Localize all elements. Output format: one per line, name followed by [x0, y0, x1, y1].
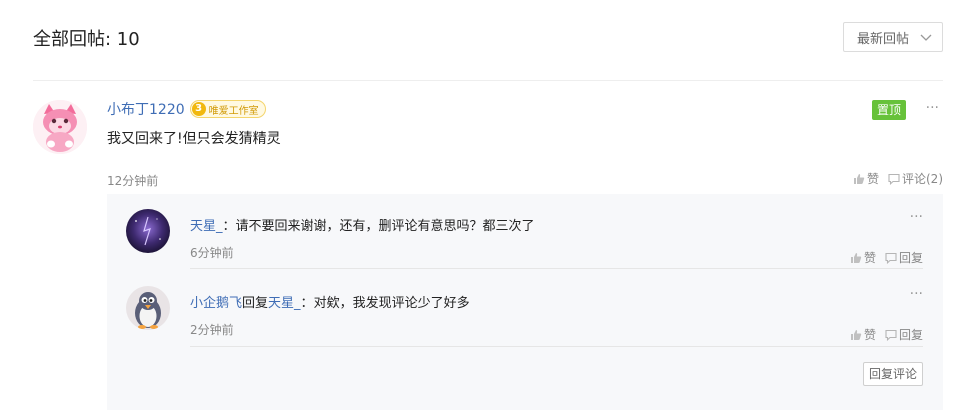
- comment-button[interactable]: 评论(2): [888, 170, 943, 187]
- thumb-up-icon: [850, 252, 862, 263]
- reply-divider: [190, 268, 923, 269]
- reply-separator: ：: [222, 219, 236, 234]
- reply-time: 6分钟前: [190, 246, 234, 260]
- reply-line: 天星_：请不要回来谢谢，还有，删评论有意思吗？都三次了: [190, 215, 923, 234]
- badge-level: 3: [191, 102, 206, 116]
- sort-dropdown[interactable]: 最新回帖: [843, 22, 943, 52]
- pinned-badge: 置顶: [871, 100, 906, 120]
- comment-head: 小布丁1220 3 唯爱工作室: [107, 97, 943, 121]
- fan-badge[interactable]: 3 唯爱工作室: [189, 100, 266, 118]
- reply-button[interactable]: 回复: [885, 326, 923, 343]
- reply-line: 小企鹅飞回复天星_：对欸，我发现评论少了好多: [190, 292, 923, 311]
- comment-time: 12分钟前: [107, 174, 159, 188]
- reply-target-username[interactable]: 天星_: [268, 296, 301, 311]
- header-divider: [33, 80, 943, 81]
- like-label: 赞: [863, 251, 876, 265]
- reply-username[interactable]: 天星_: [190, 219, 223, 234]
- reply-actions: 赞 回复: [850, 326, 923, 343]
- comment-icon: [885, 329, 897, 341]
- comment-body: 小布丁1220 3 唯爱工作室 置顶 ··· 我又回来了!但只会发猜精灵 12分…: [107, 97, 943, 188]
- reply-divider: [190, 346, 923, 347]
- reply-comment-button[interactable]: 回复评论: [862, 362, 923, 386]
- avatar[interactable]: [126, 286, 170, 330]
- cat-avatar-icon: [33, 100, 87, 154]
- thumb-up-icon: [853, 173, 865, 184]
- comment-username[interactable]: 小布丁1220: [107, 99, 185, 119]
- avatar[interactable]: [126, 209, 170, 253]
- comments-total: 全部回帖: 10: [33, 29, 140, 50]
- reply-text: 请不要回来谢谢，还有，删评论有意思吗？都三次了: [235, 219, 535, 234]
- comment-count-label: 评论(2): [902, 172, 943, 186]
- reply-button[interactable]: 回复: [885, 249, 923, 266]
- comment-text: 我又回来了!但只会发猜精灵: [107, 131, 281, 147]
- more-icon[interactable]: ···: [910, 210, 923, 224]
- like-label: 赞: [863, 328, 876, 342]
- comment-meta: 12分钟前 赞 评论(2): [107, 170, 943, 188]
- reply-body: 小企鹅飞回复天星_：对欸，我发现评论少了好多 2分钟前 ··· 赞 回复: [190, 286, 923, 346]
- reply-separator: ：: [300, 296, 314, 311]
- comment-icon: [888, 173, 900, 185]
- replies-panel: 天星_：请不要回来谢谢，还有，删评论有意思吗？都三次了 6分钟前 ··· 赞 回…: [107, 194, 943, 410]
- reply-body: 天星_：请不要回来谢谢，还有，删评论有意思吗？都三次了 6分钟前 ··· 赞 回…: [190, 209, 923, 269]
- comments-header: 全部回帖: 10 最新回帖: [33, 22, 943, 52]
- reply-actions: 赞 回复: [850, 249, 923, 266]
- nebula-avatar-icon: [126, 209, 170, 253]
- like-button[interactable]: 赞: [853, 170, 879, 187]
- sort-selected-label: 最新回帖: [857, 31, 910, 47]
- reply-word: 回复: [242, 296, 269, 311]
- more-icon[interactable]: ···: [910, 287, 923, 301]
- more-icon[interactable]: ···: [926, 101, 939, 115]
- comment-icon: [885, 252, 897, 264]
- chevron-down-icon: [920, 34, 932, 41]
- like-button[interactable]: 赞: [850, 249, 876, 266]
- reply-label: 回复: [898, 251, 923, 265]
- thumb-up-icon: [850, 329, 862, 340]
- avatar[interactable]: [33, 100, 87, 154]
- like-label: 赞: [866, 172, 879, 186]
- penguin-avatar-icon: [126, 286, 170, 330]
- comment-actions: 赞 评论(2): [853, 170, 943, 187]
- reply-text: 对欸，我发现评论少了好多: [313, 296, 470, 311]
- badge-text: 唯爱工作室: [208, 105, 259, 117]
- like-button[interactable]: 赞: [850, 326, 876, 343]
- reply-time: 2分钟前: [190, 323, 234, 337]
- reply-username[interactable]: 小企鹅飞: [190, 296, 242, 311]
- reply-label: 回复: [898, 328, 923, 342]
